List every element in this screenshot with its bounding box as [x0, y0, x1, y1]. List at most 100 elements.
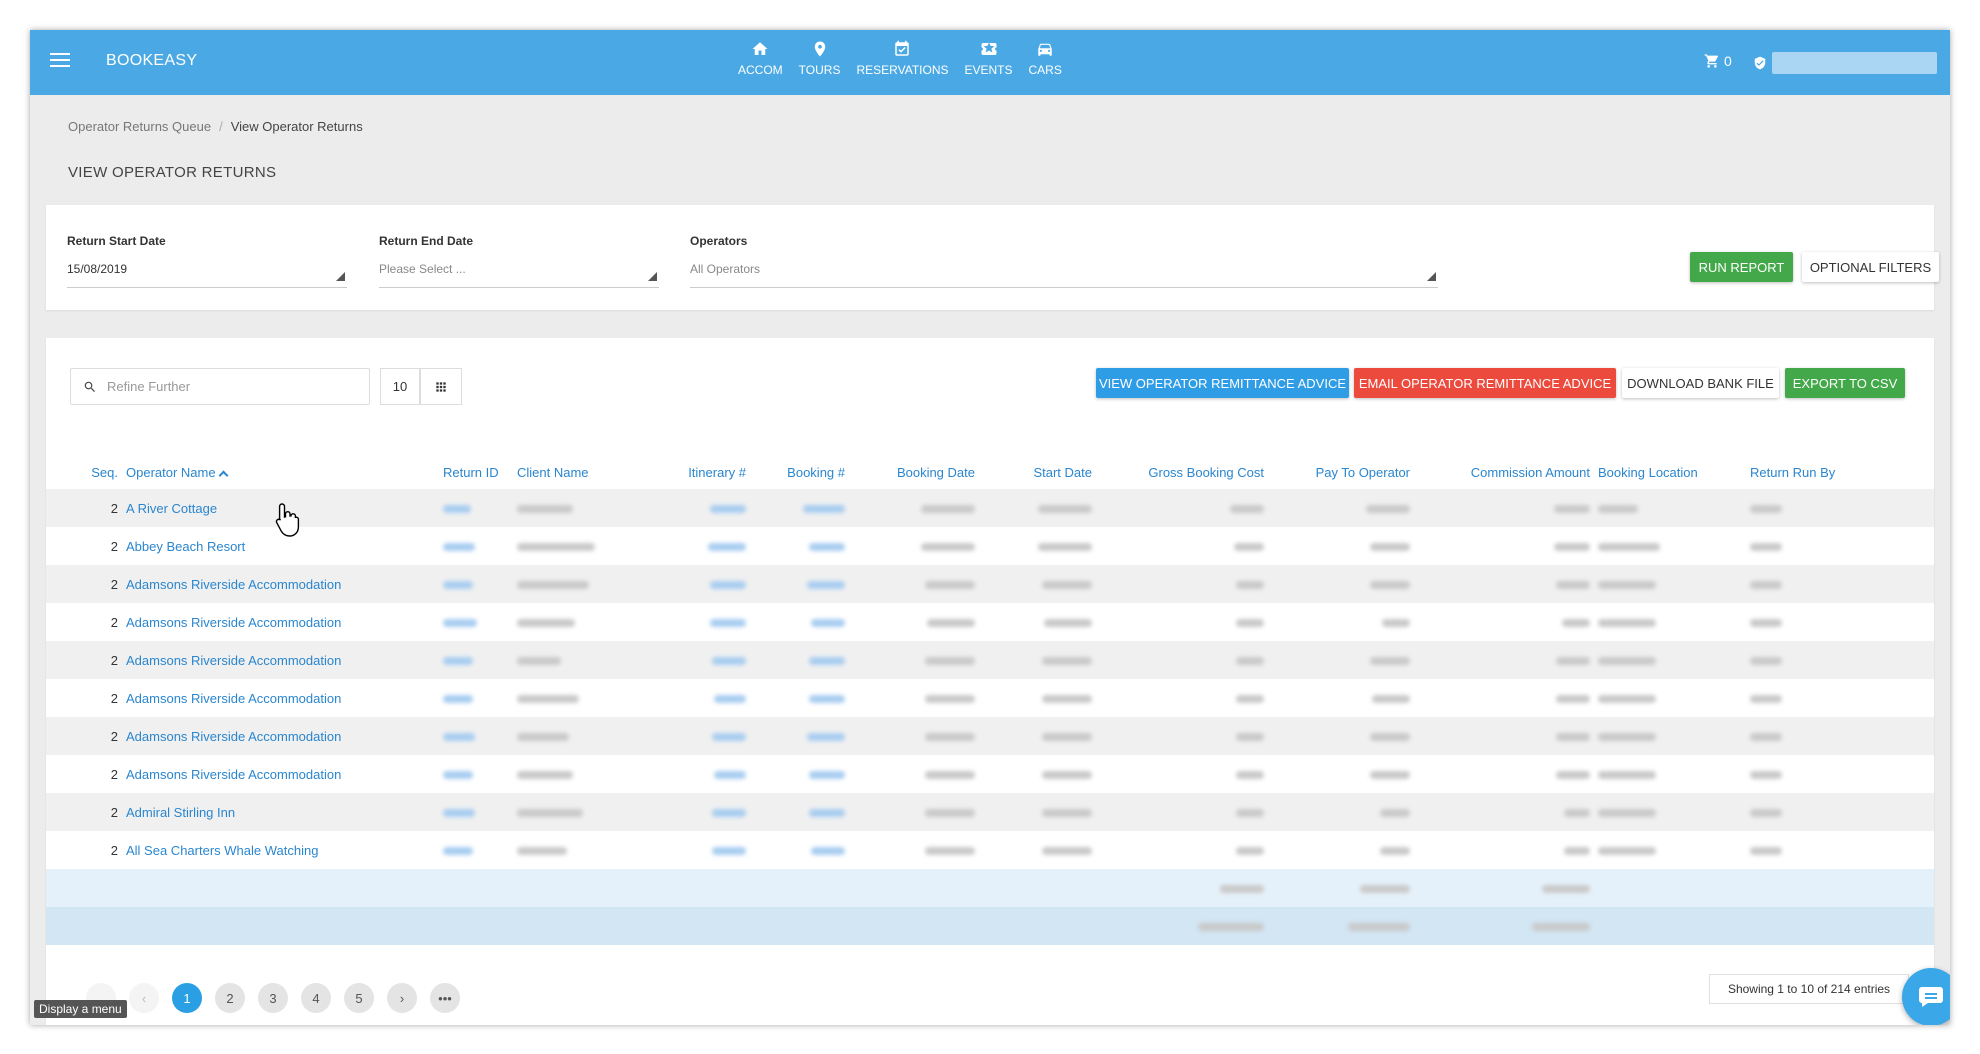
return-id-link[interactable]: [439, 527, 513, 565]
hamburger-menu-icon[interactable]: [50, 53, 70, 69]
itinerary-link[interactable]: [649, 565, 750, 603]
booking-link[interactable]: [750, 755, 849, 793]
main-nav: ACCOM TOURS RESERVATIONS EVENTS CARS: [730, 40, 1070, 77]
previous-page-button[interactable]: ‹: [129, 983, 159, 1013]
page-5-button[interactable]: 5: [344, 983, 374, 1013]
itinerary-link[interactable]: [649, 755, 750, 793]
return-id-link[interactable]: [439, 603, 513, 641]
return-id-link[interactable]: [439, 489, 513, 527]
nav-cars[interactable]: CARS: [1021, 40, 1070, 77]
itinerary-link[interactable]: [649, 831, 750, 869]
return-id-link[interactable]: [439, 679, 513, 717]
operators-select[interactable]: All Operators: [690, 262, 1438, 288]
chat-bubble-icon: [1919, 987, 1943, 1007]
operator-name-link[interactable]: Admiral Stirling Inn: [122, 793, 439, 831]
start-date-cell: [979, 679, 1096, 717]
operators-field: Operators All Operators: [690, 234, 1438, 288]
nav-tours[interactable]: TOURS: [791, 40, 849, 77]
booking-date-cell: [849, 527, 979, 565]
column-header-start-date[interactable]: Start Date: [979, 455, 1096, 489]
return-id-link[interactable]: [439, 793, 513, 831]
column-header-itinerary[interactable]: Itinerary #: [649, 455, 750, 489]
return-start-date-select[interactable]: 15/08/2019: [67, 262, 347, 288]
optional-filters-button[interactable]: OPTIONAL FILTERS: [1802, 252, 1939, 282]
operator-name-link[interactable]: Adamsons Riverside Accommodation: [122, 755, 439, 793]
email-operator-remittance-advice-button[interactable]: EMAIL OPERATOR REMITTANCE ADVICE: [1354, 368, 1616, 398]
page-3-button[interactable]: 3: [258, 983, 288, 1013]
redacted-value: [1348, 923, 1410, 932]
page-2-button[interactable]: 2: [215, 983, 245, 1013]
operator-name-link[interactable]: Adamsons Riverside Accommodation: [122, 565, 439, 603]
itinerary-link[interactable]: [649, 641, 750, 679]
itinerary-link[interactable]: [649, 527, 750, 565]
return-id-link[interactable]: [439, 641, 513, 679]
user-account-menu[interactable]: [1772, 52, 1937, 74]
gross-booking-cost-cell: [1096, 641, 1268, 679]
return-end-date-select[interactable]: Please Select ...: [379, 262, 659, 288]
booking-link[interactable]: [750, 793, 849, 831]
pay-to-operator-cell: [1268, 717, 1414, 755]
column-header-commission-amount[interactable]: Commission Amount: [1414, 455, 1594, 489]
booking-link[interactable]: [750, 527, 849, 565]
export-to-csv-button[interactable]: EXPORT TO CSV: [1785, 368, 1905, 398]
column-header-operator-name-label: Operator Name: [126, 464, 216, 480]
itinerary-link[interactable]: [649, 603, 750, 641]
column-header-booking-date[interactable]: Booking Date: [849, 455, 979, 489]
client-name-cell: [513, 831, 649, 869]
booking-link[interactable]: [750, 641, 849, 679]
cart-button[interactable]: 0: [1704, 53, 1732, 69]
breadcrumb-operator-returns-queue[interactable]: Operator Returns Queue: [68, 119, 211, 134]
itinerary-link[interactable]: [649, 679, 750, 717]
itinerary-link[interactable]: [649, 489, 750, 527]
booking-link[interactable]: [750, 831, 849, 869]
nav-reservations[interactable]: RESERVATIONS: [848, 40, 956, 77]
column-header-seq[interactable]: Seq.: [46, 455, 122, 489]
itinerary-link[interactable]: [649, 793, 750, 831]
table-subtotal-row: [46, 869, 1934, 907]
download-bank-file-button[interactable]: DOWNLOAD BANK FILE: [1622, 368, 1779, 398]
operator-name-link[interactable]: Adamsons Riverside Accommodation: [122, 641, 439, 679]
nav-events[interactable]: EVENTS: [957, 40, 1021, 77]
page-1-button[interactable]: 1: [172, 983, 202, 1013]
column-header-return-id[interactable]: Return ID: [439, 455, 513, 489]
seq-cell: 2: [110, 842, 118, 858]
return-id-link[interactable]: [439, 831, 513, 869]
redacted-value: [809, 771, 845, 780]
return-id-link[interactable]: [439, 565, 513, 603]
column-header-return-run-by[interactable]: Return Run By: [1746, 455, 1934, 489]
refine-further-input[interactable]: [107, 379, 347, 394]
chat-widget-button[interactable]: [1902, 968, 1950, 1025]
booking-link[interactable]: [750, 679, 849, 717]
seq-cell: 2: [110, 766, 118, 782]
page-4-button[interactable]: 4: [301, 983, 331, 1013]
more-pages-button[interactable]: •••: [430, 983, 460, 1013]
column-header-client-name[interactable]: Client Name: [513, 455, 649, 489]
next-page-button[interactable]: ›: [387, 983, 417, 1013]
booking-link[interactable]: [750, 717, 849, 755]
page-size-select[interactable]: 10: [380, 368, 420, 405]
booking-link[interactable]: [750, 603, 849, 641]
client-name-cell: [513, 489, 649, 527]
nav-accom[interactable]: ACCOM: [730, 40, 791, 77]
itinerary-link[interactable]: [649, 717, 750, 755]
return-run-by-cell: [1746, 717, 1934, 755]
return-id-link[interactable]: [439, 717, 513, 755]
operator-name-link[interactable]: Adamsons Riverside Accommodation: [122, 717, 439, 755]
return-id-link[interactable]: [439, 755, 513, 793]
operator-name-link[interactable]: All Sea Charters Whale Watching: [122, 831, 439, 869]
operator-name-link[interactable]: Adamsons Riverside Accommodation: [122, 603, 439, 641]
booking-link[interactable]: [750, 565, 849, 603]
column-header-booking[interactable]: Booking #: [750, 455, 849, 489]
booking-link[interactable]: [750, 489, 849, 527]
redacted-value: [1360, 885, 1410, 894]
column-header-operator-name[interactable]: Operator Name: [122, 455, 439, 489]
operator-name-link[interactable]: Adamsons Riverside Accommodation: [122, 679, 439, 717]
run-report-button[interactable]: RUN REPORT: [1690, 252, 1793, 282]
redacted-value: [443, 543, 475, 552]
view-operator-remittance-advice-button[interactable]: VIEW OPERATOR REMITTANCE ADVICE: [1096, 368, 1349, 398]
column-header-pay-to-operator[interactable]: Pay To Operator: [1268, 455, 1414, 489]
column-header-booking-location[interactable]: Booking Location: [1594, 455, 1746, 489]
column-header-gross-booking-cost[interactable]: Gross Booking Cost: [1096, 455, 1268, 489]
column-toggle-button[interactable]: [420, 368, 462, 405]
booking-location-cell: [1594, 831, 1746, 869]
